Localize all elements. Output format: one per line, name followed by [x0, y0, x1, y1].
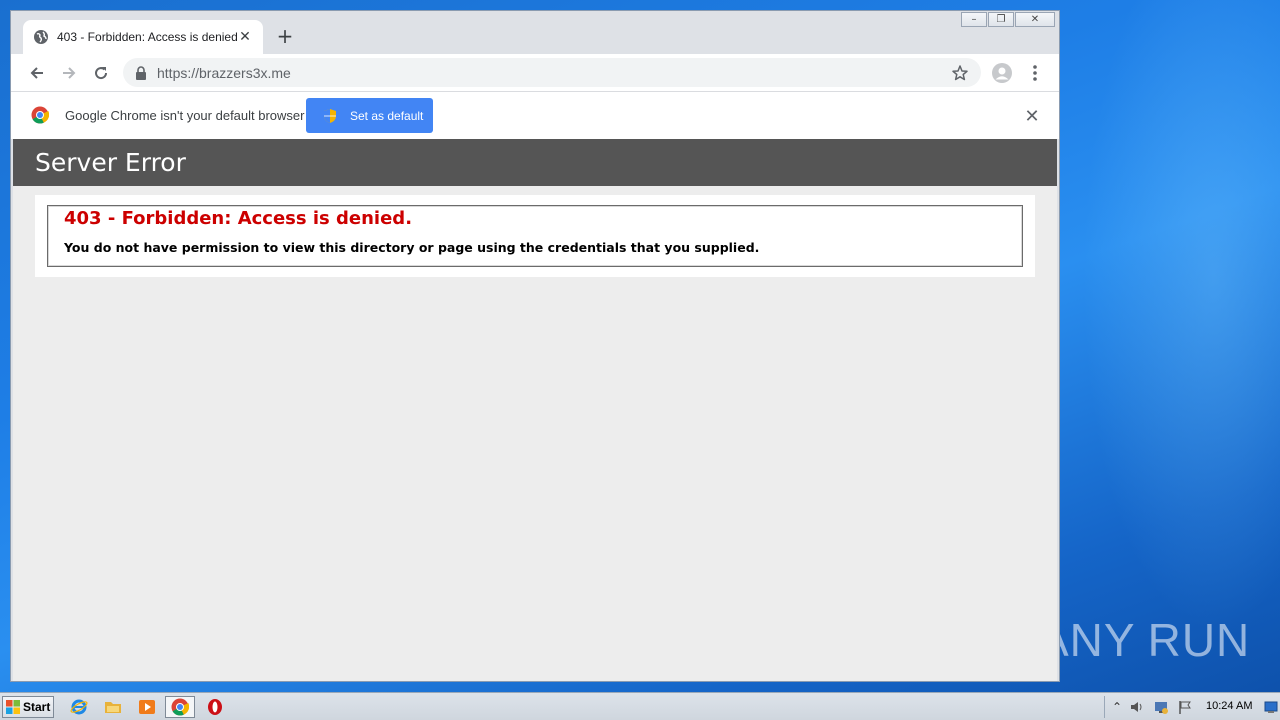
address-bar[interactable]: https://brazzers3x.me — [123, 58, 981, 87]
error-fieldset: 403 - Forbidden: Access is denied. You d… — [47, 205, 1023, 267]
forward-button[interactable] — [53, 59, 85, 87]
media-player-icon — [139, 700, 155, 714]
lock-icon — [136, 65, 146, 80]
start-button[interactable]: Start — [2, 696, 54, 718]
error-title: 403 - Forbidden: Access is denied. — [64, 208, 413, 229]
tab-title: 403 - Forbidden: Access is denied. — [57, 30, 237, 44]
reload-button[interactable] — [85, 59, 117, 87]
minimize-button[interactable]: – — [961, 12, 987, 27]
media-player-button[interactable] — [136, 697, 158, 717]
globe-icon — [34, 30, 48, 44]
window-controls: – ❐ ✕ — [960, 12, 1055, 27]
arrow-left-icon — [30, 66, 43, 79]
show-desktop-icon[interactable] — [1264, 700, 1278, 714]
star-icon[interactable] — [951, 64, 969, 82]
taskbar-clock[interactable]: 10:24 AM — [1206, 700, 1252, 712]
content-card: 403 - Forbidden: Access is denied. You d… — [35, 195, 1035, 277]
more-menu-icon[interactable] — [1027, 62, 1043, 84]
internet-explorer-button[interactable] — [68, 697, 90, 717]
internet-explorer-icon — [70, 699, 88, 715]
chrome-logo-icon — [31, 106, 49, 124]
chrome-taskbar-button[interactable] — [165, 696, 195, 718]
url-text: https://brazzers3x.me — [157, 64, 291, 81]
system-tray: ⌃ 10:24 AM — [1104, 696, 1278, 718]
page-title: Server Error — [35, 148, 186, 177]
default-browser-infobar: Google Chrome isn't your default browser… — [11, 91, 1059, 139]
opera-icon — [208, 699, 222, 715]
tab-close-icon[interactable]: ✕ — [237, 29, 253, 45]
network-icon[interactable] — [1153, 699, 1169, 715]
desktop-glow — [1060, 0, 1280, 692]
new-tab-button[interactable]: + — [273, 25, 297, 49]
shield-icon — [324, 108, 336, 123]
chrome-window: – ❐ ✕ 403 - Forbidden: Access is denied.… — [10, 10, 1060, 682]
chrome-icon — [171, 698, 189, 716]
windows-logo-icon — [6, 700, 20, 714]
browser-toolbar: https://brazzers3x.me — [11, 54, 1059, 91]
infobar-message: Google Chrome isn't your default browser — [65, 108, 305, 123]
set-as-default-button[interactable]: Set as default — [306, 98, 433, 133]
profile-avatar-icon[interactable] — [991, 62, 1013, 84]
tray-expand-icon[interactable]: ⌃ — [1109, 699, 1125, 715]
watermark-text-run: RUN — [1147, 614, 1251, 666]
infobar-close-icon[interactable]: ✕ — [1023, 106, 1041, 127]
opera-button[interactable] — [204, 697, 226, 717]
set-as-default-label: Set as default — [350, 108, 424, 123]
start-label: Start — [23, 700, 51, 714]
server-error-header: Server Error — [13, 139, 1057, 186]
arrow-right-icon — [63, 66, 76, 79]
action-center-flag-icon[interactable] — [1177, 699, 1193, 715]
back-button[interactable] — [21, 59, 53, 87]
page-viewport: Server Error 403 - Forbidden: Access is … — [13, 139, 1057, 681]
folder-icon — [105, 702, 121, 713]
browser-tab[interactable]: 403 - Forbidden: Access is denied. ✕ — [23, 20, 263, 54]
error-message: You do not have permission to view this … — [64, 240, 760, 255]
taskbar: Start ⌃ 10:24 AM — [0, 692, 1280, 720]
restore-button[interactable]: ❐ — [988, 12, 1014, 27]
anyrun-watermark: ANY RUN — [1038, 608, 1249, 672]
close-window-button[interactable]: ✕ — [1015, 12, 1055, 27]
explorer-button[interactable] — [102, 697, 124, 717]
reload-icon — [95, 66, 108, 79]
volume-icon[interactable] — [1129, 699, 1145, 715]
